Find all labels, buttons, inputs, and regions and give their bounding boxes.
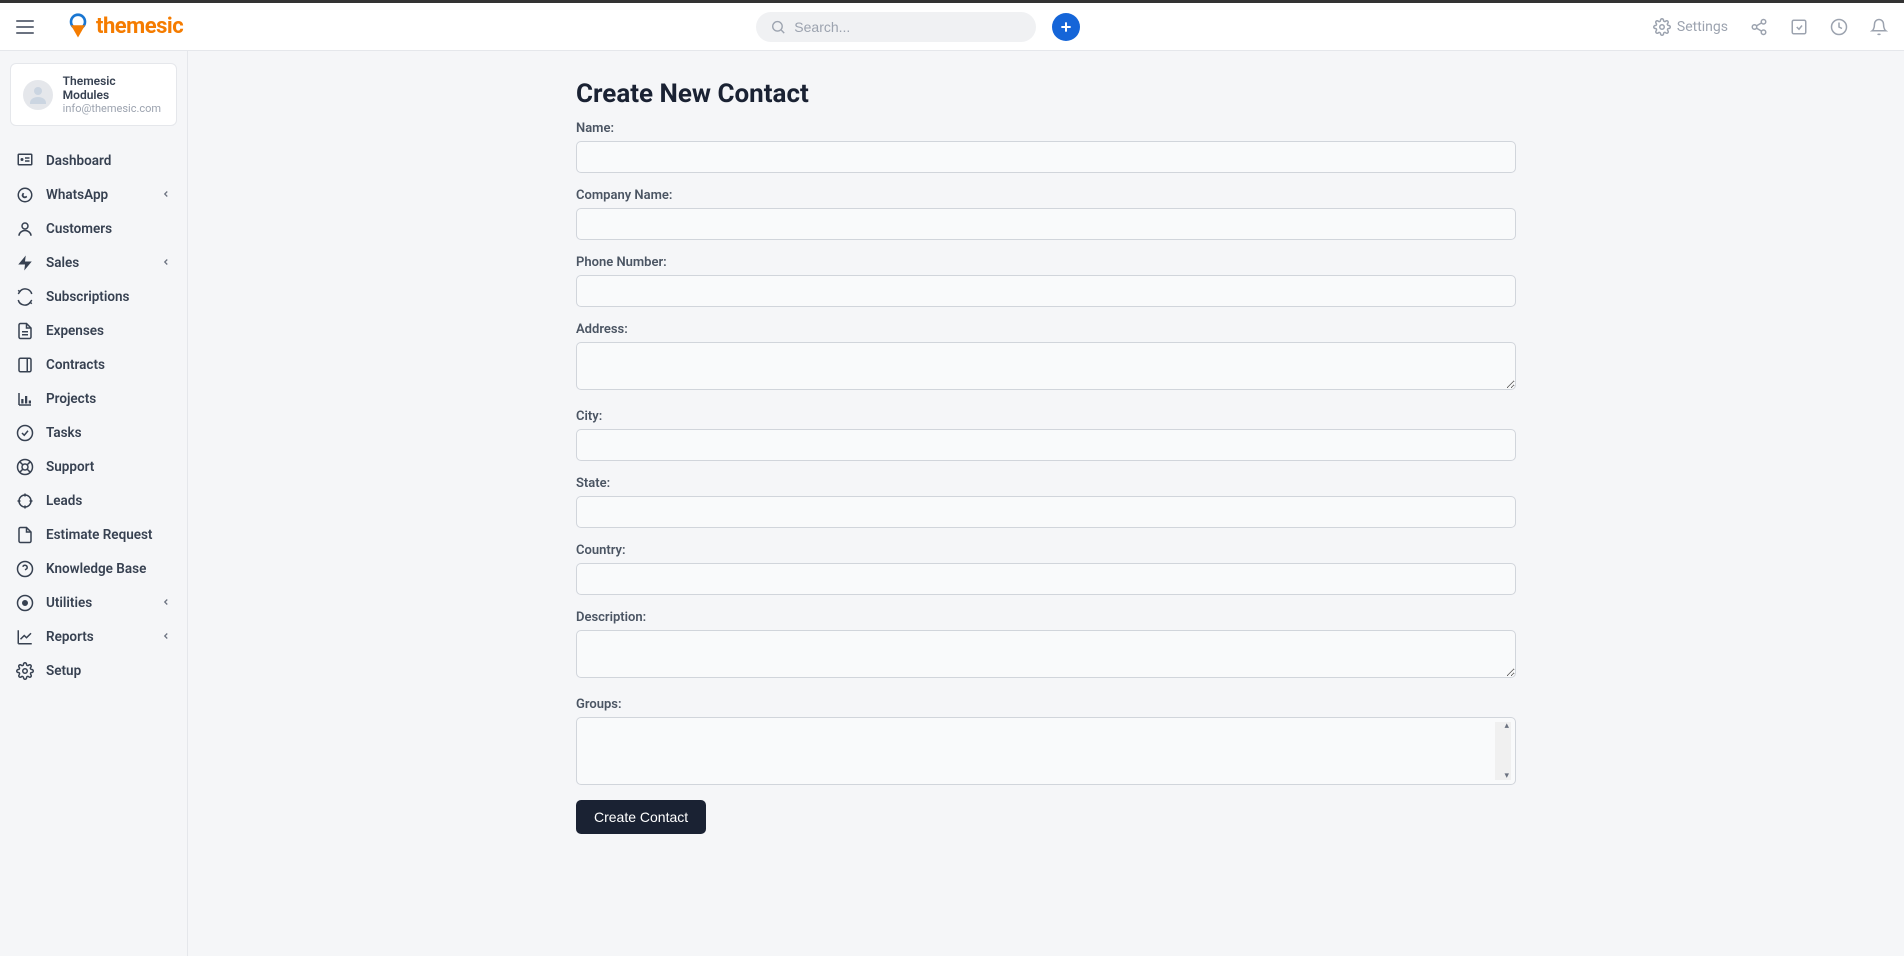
sidebar-item-customers[interactable]: Customers: [10, 212, 177, 246]
share-icon[interactable]: [1750, 18, 1768, 36]
nav-menu: Dashboard WhatsApp Customers Sales Subscript…: [10, 144, 177, 688]
create-contact-button[interactable]: Create Contact: [576, 800, 706, 834]
field-label: Address:: [576, 322, 1516, 337]
dashboard-icon: [16, 152, 34, 170]
sidebar-item-sales[interactable]: Sales: [10, 246, 177, 280]
sidebar-item-label: Knowledge Base: [46, 561, 146, 577]
user-card[interactable]: Themesic Modules info@themesic.com: [10, 63, 177, 126]
sidebar-item-leads[interactable]: Leads: [10, 484, 177, 518]
header: themesic Settings: [0, 3, 1904, 51]
sidebar-item-utilities[interactable]: Utilities: [10, 586, 177, 620]
sidebar-item-label: Customers: [46, 221, 112, 237]
sidebar-item-label: Expenses: [46, 323, 104, 339]
bolt-icon: [16, 254, 34, 272]
field-label: Phone Number:: [576, 255, 1516, 270]
bell-icon[interactable]: [1870, 18, 1888, 36]
chevron-left-icon: [161, 596, 171, 610]
sidebar-item-estimate-request[interactable]: Estimate Request: [10, 518, 177, 552]
check-square-icon[interactable]: [1790, 18, 1808, 36]
user-name: Themesic Modules: [63, 74, 164, 102]
sidebar-item-label: Utilities: [46, 595, 92, 611]
create-contact-form: Name: Company Name: Phone Number: Address: C…: [576, 121, 1516, 834]
refresh-icon: [16, 288, 34, 306]
doc-icon: [16, 356, 34, 374]
search-icon: [770, 18, 786, 36]
sidebar: Themesic Modules info@themesic.com Dashb…: [0, 51, 188, 956]
logo-mark-icon: [64, 13, 92, 41]
sidebar-item-label: WhatsApp: [46, 187, 108, 203]
sidebar-item-contracts[interactable]: Contracts: [10, 348, 177, 382]
target-icon: [16, 492, 34, 510]
chevron-left-icon: [161, 630, 171, 644]
field-label: Groups:: [576, 697, 1516, 712]
settings-link[interactable]: Settings: [1653, 18, 1728, 36]
settings-label: Settings: [1677, 19, 1728, 35]
sidebar-item-label: Contracts: [46, 357, 105, 373]
sidebar-item-label: Dashboard: [46, 153, 111, 169]
sidebar-item-knowledge-base[interactable]: Knowledge Base: [10, 552, 177, 586]
sidebar-item-projects[interactable]: Projects: [10, 382, 177, 416]
add-button[interactable]: [1052, 13, 1080, 41]
sidebar-item-label: Reports: [46, 629, 94, 645]
field-label: Description:: [576, 610, 1516, 625]
gear-icon: [16, 662, 34, 680]
address-field[interactable]: [576, 342, 1516, 390]
sidebar-item-support[interactable]: Support: [10, 450, 177, 484]
country-field[interactable]: [576, 563, 1516, 595]
field-label: Country:: [576, 543, 1516, 558]
sidebar-item-expenses[interactable]: Expenses: [10, 314, 177, 348]
search-box[interactable]: [756, 12, 1036, 42]
sidebar-item-label: Support: [46, 459, 94, 475]
sidebar-item-reports[interactable]: Reports: [10, 620, 177, 654]
question-icon: [16, 560, 34, 578]
field-label: City:: [576, 409, 1516, 424]
sidebar-item-label: Leads: [46, 493, 82, 509]
phone-number-field[interactable]: [576, 275, 1516, 307]
help-icon: [16, 458, 34, 476]
description-field[interactable]: [576, 630, 1516, 678]
field-label: Company Name:: [576, 188, 1516, 203]
company-name-field[interactable]: [576, 208, 1516, 240]
user-icon: [16, 220, 34, 238]
city-field[interactable]: [576, 429, 1516, 461]
user-email: info@themesic.com: [63, 102, 164, 115]
sidebar-item-label: Estimate Request: [46, 527, 152, 543]
avatar: [23, 80, 53, 110]
field-label: Name:: [576, 121, 1516, 136]
menu-toggle[interactable]: [16, 15, 40, 39]
gear-icon: [1653, 18, 1671, 36]
sidebar-item-label: Projects: [46, 391, 96, 407]
search-input[interactable]: [794, 19, 1022, 35]
estimate-icon: [16, 526, 34, 544]
clock-icon[interactable]: [1830, 18, 1848, 36]
sidebar-item-label: Sales: [46, 255, 79, 271]
record-icon: [16, 594, 34, 612]
name-field[interactable]: [576, 141, 1516, 173]
groups-field[interactable]: ▴▾: [576, 717, 1516, 785]
page-title: Create New Contact: [576, 79, 1516, 109]
state-field[interactable]: [576, 496, 1516, 528]
sidebar-item-setup[interactable]: Setup: [10, 654, 177, 688]
report-icon: [16, 628, 34, 646]
chart-icon: [16, 390, 34, 408]
chevron-left-icon: [161, 188, 171, 202]
whatsapp-icon: [16, 186, 34, 204]
sidebar-item-whatsapp[interactable]: WhatsApp: [10, 178, 177, 212]
main-content: Create New Contact Name: Company Name: Pho…: [188, 51, 1904, 956]
sidebar-item-label: Tasks: [46, 425, 82, 441]
chevron-left-icon: [161, 256, 171, 270]
sidebar-item-subscriptions[interactable]: Subscriptions: [10, 280, 177, 314]
check-icon: [16, 424, 34, 442]
field-label: State:: [576, 476, 1516, 491]
sidebar-item-label: Setup: [46, 663, 81, 679]
file-icon: [16, 322, 34, 340]
brand-name: themesic: [96, 14, 183, 39]
brand-logo[interactable]: themesic: [64, 13, 183, 41]
sidebar-item-label: Subscriptions: [46, 289, 129, 305]
sidebar-item-dashboard[interactable]: Dashboard: [10, 144, 177, 178]
sidebar-item-tasks[interactable]: Tasks: [10, 416, 177, 450]
